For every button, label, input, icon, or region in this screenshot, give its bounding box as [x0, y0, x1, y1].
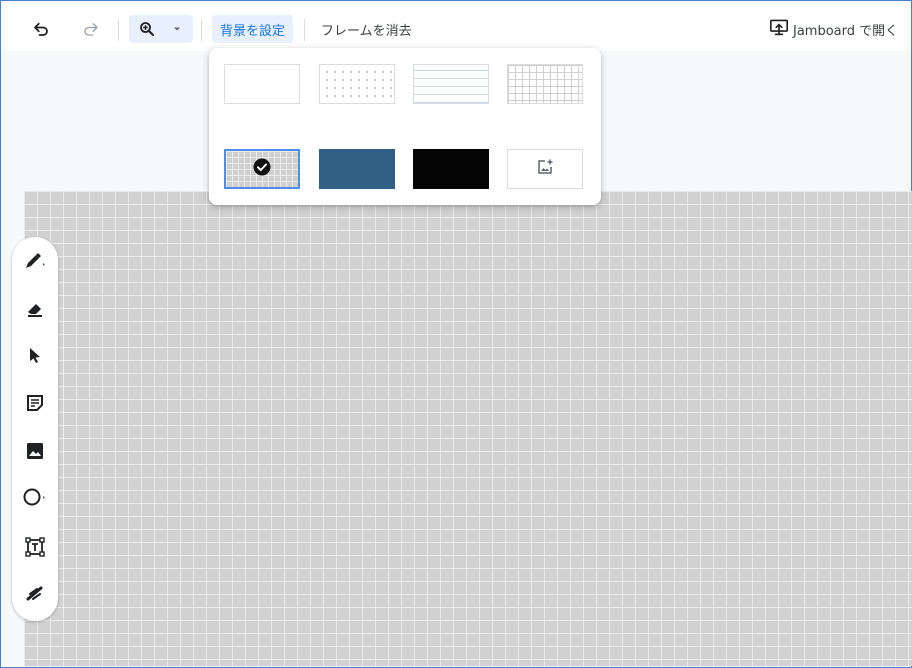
shape-tool[interactable]: [12, 479, 58, 519]
zoom-control[interactable]: [129, 15, 193, 43]
sticky-note-tool[interactable]: [12, 385, 58, 425]
laser-tool[interactable]: [12, 575, 58, 615]
redo-button[interactable]: [77, 15, 105, 43]
toolbar-divider: [201, 19, 202, 41]
toolbar-divider: [304, 19, 305, 41]
set-background-button[interactable]: 背景を設定: [212, 15, 294, 43]
image-icon: [25, 441, 45, 465]
pen-tool[interactable]: [12, 243, 58, 283]
present-to-screen-icon: [769, 18, 793, 40]
open-in-jamboard-label: Jamboard で開く: [793, 23, 899, 39]
sticky-note-icon: [25, 393, 45, 417]
background-option-black[interactable]: [413, 149, 489, 189]
pen-icon: [23, 251, 47, 275]
redo-icon: [82, 20, 100, 38]
check-circle-icon: [253, 158, 271, 180]
open-in-jamboard-button[interactable]: Jamboard で開く: [769, 15, 898, 43]
app-frame: 背景を設定 フレームを消去 Jamboard で開く: [0, 0, 912, 668]
background-option-gray-grid[interactable]: [224, 149, 300, 189]
clear-frame-button[interactable]: フレームを消去: [315, 15, 418, 43]
add-photo-icon: [536, 158, 554, 180]
background-option-blue[interactable]: [319, 149, 395, 189]
image-tool[interactable]: [12, 433, 58, 473]
undo-icon: [32, 20, 50, 38]
undo-button[interactable]: [27, 15, 55, 43]
caret-down-icon[interactable]: [165, 24, 189, 34]
text-box-icon: [24, 536, 46, 562]
toolbar-divider: [118, 19, 119, 41]
toolbar: 背景を設定 フレームを消去 Jamboard で開く: [1, 1, 911, 51]
circle-icon: [22, 487, 48, 511]
eraser-tool[interactable]: [12, 291, 58, 331]
laser-icon: [25, 583, 45, 607]
background-option-dots[interactable]: [319, 64, 395, 104]
tool-rail: [12, 237, 58, 621]
select-tool[interactable]: [12, 337, 58, 377]
whiteboard-canvas[interactable]: [24, 191, 912, 666]
eraser-icon: [25, 299, 45, 323]
zoom-in-icon[interactable]: [129, 20, 165, 38]
pointer-icon: [26, 346, 44, 368]
background-option-grid[interactable]: [507, 64, 583, 104]
background-option-upload[interactable]: [507, 149, 583, 189]
background-picker: [209, 48, 601, 205]
background-option-plain[interactable]: [224, 64, 300, 104]
background-option-lined[interactable]: [413, 64, 489, 104]
text-box-tool[interactable]: [12, 529, 58, 569]
